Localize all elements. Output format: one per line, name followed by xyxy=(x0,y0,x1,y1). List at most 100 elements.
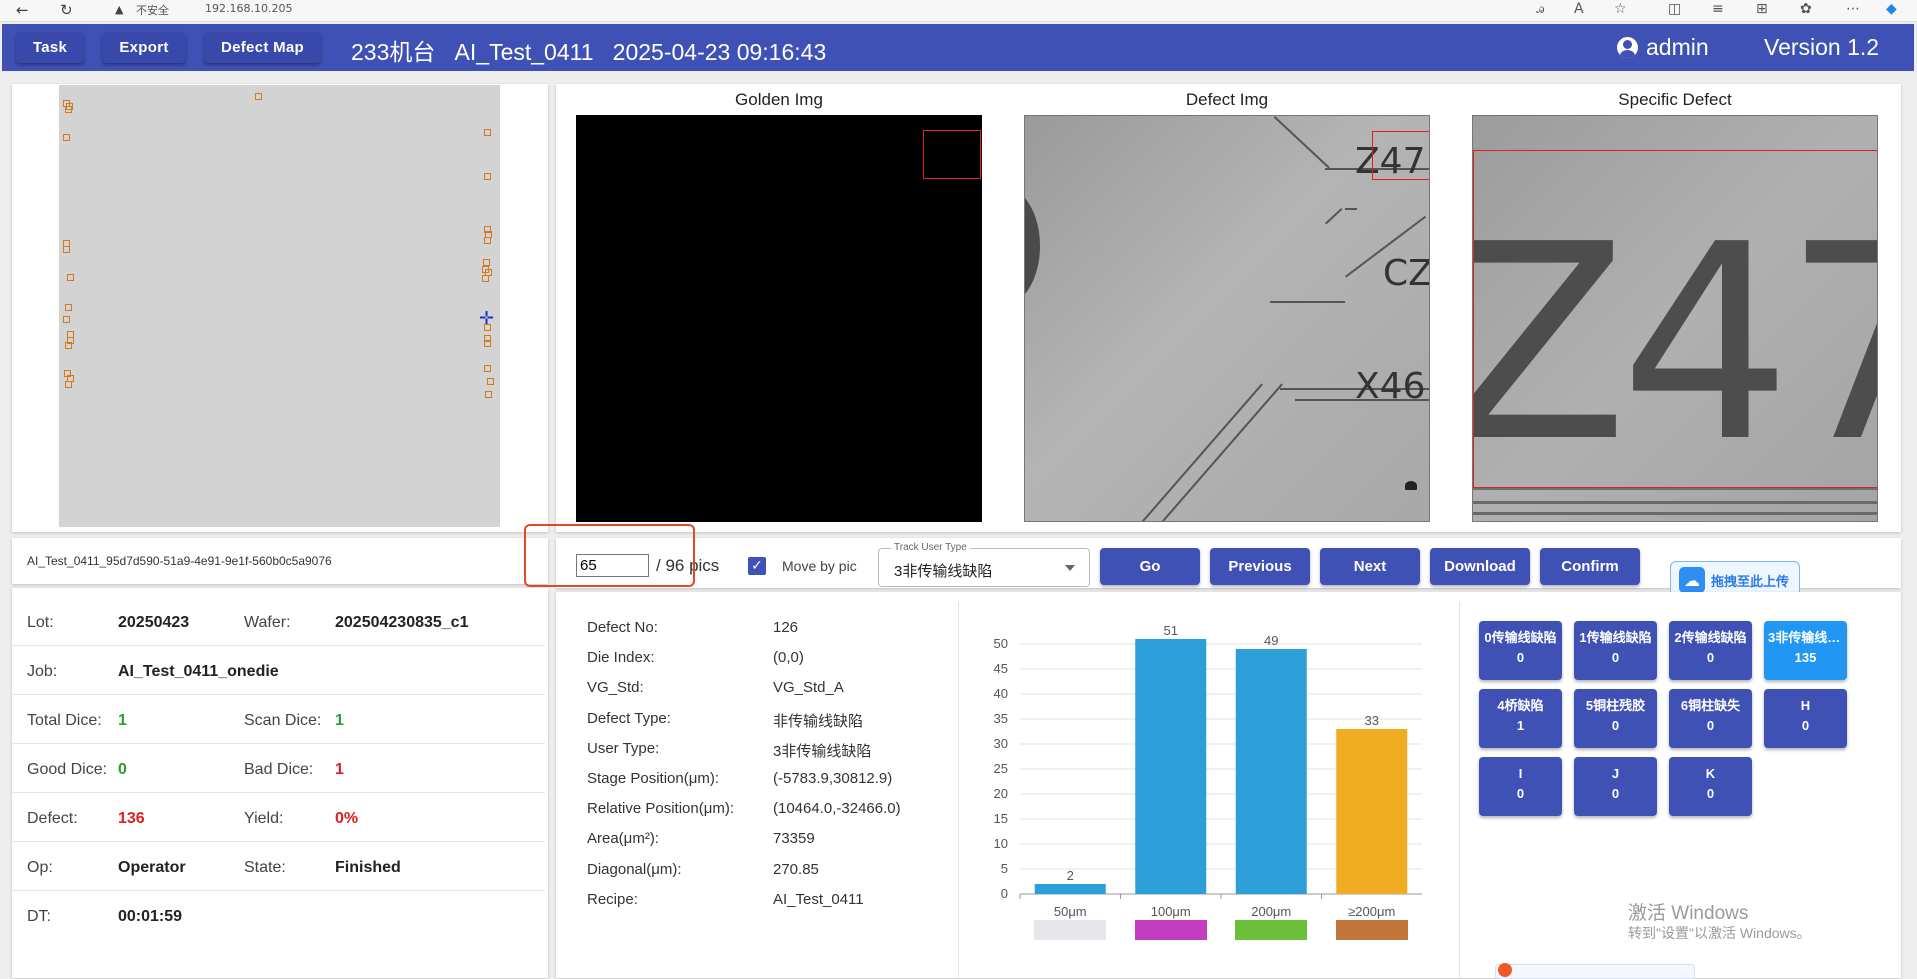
trace-line xyxy=(1270,301,1345,303)
image-label: CZ4 xyxy=(1383,253,1429,294)
upload-label: 拖拽至此上传 xyxy=(1711,573,1790,589)
category-name: 1传输线缺陷 xyxy=(1579,630,1652,645)
trace-line xyxy=(1160,383,1283,521)
defect-marker[interactable] xyxy=(67,274,74,281)
account-icon xyxy=(1617,37,1638,58)
defect-map-button[interactable]: Defect Map xyxy=(204,32,321,63)
category-name: 6铜柱缺失 xyxy=(1680,698,1741,713)
collections-icon[interactable]: ⊞ xyxy=(1756,1,1768,17)
category-button[interactable]: 2传输线缺陷 0 xyxy=(1669,621,1752,680)
move-by-pic-checkbox[interactable]: ✓ xyxy=(748,557,766,575)
golden-img-title: Golden Img xyxy=(735,90,823,109)
category-name: K xyxy=(1705,766,1716,781)
user-menu[interactable]: admin xyxy=(1617,34,1709,61)
read-aloud-icon[interactable]: ꭿ xyxy=(1536,1,1544,17)
track-user-type-label: Track User Type xyxy=(891,542,970,553)
category-name: 0传输线缺陷 xyxy=(1484,630,1557,645)
category-button[interactable]: K0 xyxy=(1669,757,1752,816)
defect-marker[interactable] xyxy=(63,134,70,141)
good-dice-value: 0 xyxy=(118,761,127,778)
defect-marker[interactable] xyxy=(63,246,70,253)
defect-marker[interactable] xyxy=(63,316,70,323)
divider xyxy=(958,602,959,977)
category-name: I xyxy=(1518,766,1523,781)
cloud-upload-icon: ☁ xyxy=(1679,567,1705,593)
category-button[interactable]: 0传输线缺陷 0 xyxy=(1479,621,1562,680)
url-text[interactable]: 192.168.10.205 xyxy=(205,2,292,15)
detail-value: 270.85 xyxy=(773,860,819,878)
confirm-button[interactable]: Confirm xyxy=(1540,548,1640,585)
favorites-list-icon[interactable]: ≡ xyxy=(1712,1,1724,17)
defect-marker[interactable] xyxy=(484,365,491,372)
export-button[interactable]: Export xyxy=(102,32,186,63)
reload-icon[interactable]: ↻ xyxy=(60,1,73,19)
category-name: 2传输线缺陷 xyxy=(1674,630,1747,645)
activation-title: 激活 Windows xyxy=(1628,903,1749,924)
category-button[interactable]: H0 xyxy=(1764,689,1847,748)
bar xyxy=(1336,729,1408,894)
defect-image[interactable]: Z47 CZ4 X46 xyxy=(1024,115,1430,522)
dt-label: DT: xyxy=(27,908,51,925)
op-label: Op: xyxy=(27,859,53,876)
task-button[interactable]: Task xyxy=(16,32,84,63)
state-value: Finished xyxy=(335,859,401,876)
detail-value: (-5783.9,30812.9) xyxy=(773,770,893,787)
defect-marker[interactable] xyxy=(484,173,491,180)
info-row: Lot: 20250423 Wafer: 202504230835_c1 xyxy=(12,597,545,646)
scan-dice-value: 1 xyxy=(335,712,344,729)
move-by-pic-label: Move by pic xyxy=(782,558,857,574)
x-tick-label: 50μm xyxy=(1054,904,1087,919)
golden-image[interactable] xyxy=(576,115,982,522)
split-icon[interactable]: ◫ xyxy=(1668,1,1681,17)
defect-marker[interactable] xyxy=(485,391,492,398)
defect-marker[interactable] xyxy=(483,259,490,266)
go-button[interactable]: Go xyxy=(1100,548,1200,585)
detail-label: Defect Type: xyxy=(587,709,671,727)
defect-marker[interactable] xyxy=(484,237,491,244)
defect-marker[interactable] xyxy=(487,378,494,385)
defect-marker[interactable] xyxy=(65,106,72,113)
defect-marker[interactable] xyxy=(255,93,262,100)
favorite-icon[interactable]: ☆ xyxy=(1614,1,1627,17)
next-button[interactable]: Next xyxy=(1320,548,1420,585)
copilot-icon[interactable]: ◆ xyxy=(1886,1,1897,17)
track-user-type-select[interactable]: Track User Type 3非传输线缺陷 xyxy=(878,542,1090,587)
detail-label: VG_Std: xyxy=(587,679,644,697)
defect-marker[interactable] xyxy=(484,340,491,347)
divider xyxy=(1459,602,1460,977)
y-tick-label: 40 xyxy=(994,686,1008,701)
more-icon[interactable]: ⋯ xyxy=(1846,1,1860,17)
detail-value: VG_Std_A xyxy=(773,679,844,697)
info-row: DT: 00:01:59 xyxy=(12,891,545,940)
category-button[interactable]: I0 xyxy=(1479,757,1562,816)
defect-marker[interactable] xyxy=(484,129,491,136)
defect-marker[interactable] xyxy=(65,342,72,349)
extensions-icon[interactable]: ✿ xyxy=(1800,1,1812,17)
x-tick-label: ≥200μm xyxy=(1348,904,1395,919)
text-size-icon[interactable]: A xyxy=(1574,1,1584,17)
previous-button[interactable]: Previous xyxy=(1210,548,1310,585)
download-button[interactable]: Download xyxy=(1430,548,1530,585)
category-button[interactable]: 5铜柱残胶 0 xyxy=(1574,689,1657,748)
category-button[interactable]: 1传输线缺陷 0 xyxy=(1574,621,1657,680)
defect-marker[interactable] xyxy=(65,381,72,388)
ime-toolbar[interactable] xyxy=(1495,963,1695,979)
wafer-value: 202504230835_c1 xyxy=(335,614,469,631)
category-button[interactable]: 4桥缺陷 1 xyxy=(1479,689,1562,748)
bad-dice-label: Bad Dice: xyxy=(244,761,314,778)
category-button[interactable]: 3非传输线缺陷 135 xyxy=(1764,621,1847,680)
defect-marker[interactable] xyxy=(482,275,489,282)
bar xyxy=(1034,884,1106,894)
detail-value: 非传输线缺陷 xyxy=(773,712,864,730)
category-count: 1 xyxy=(1516,718,1525,733)
defect-marker[interactable] xyxy=(65,304,72,311)
specific-defect-image[interactable]: Z47 xyxy=(1472,115,1878,522)
info-row: Defect: 136 Yield: 0% xyxy=(12,793,545,842)
y-tick-label: 45 xyxy=(994,661,1008,676)
wafer-map[interactable]: ✛ xyxy=(59,85,500,527)
category-button[interactable]: 6铜柱缺失 0 xyxy=(1669,689,1752,748)
category-button[interactable]: J0 xyxy=(1574,757,1657,816)
detail-label: Relative Position(μm): xyxy=(587,800,735,818)
category-count: 0 xyxy=(1611,718,1620,733)
back-icon[interactable]: ← xyxy=(16,1,29,19)
